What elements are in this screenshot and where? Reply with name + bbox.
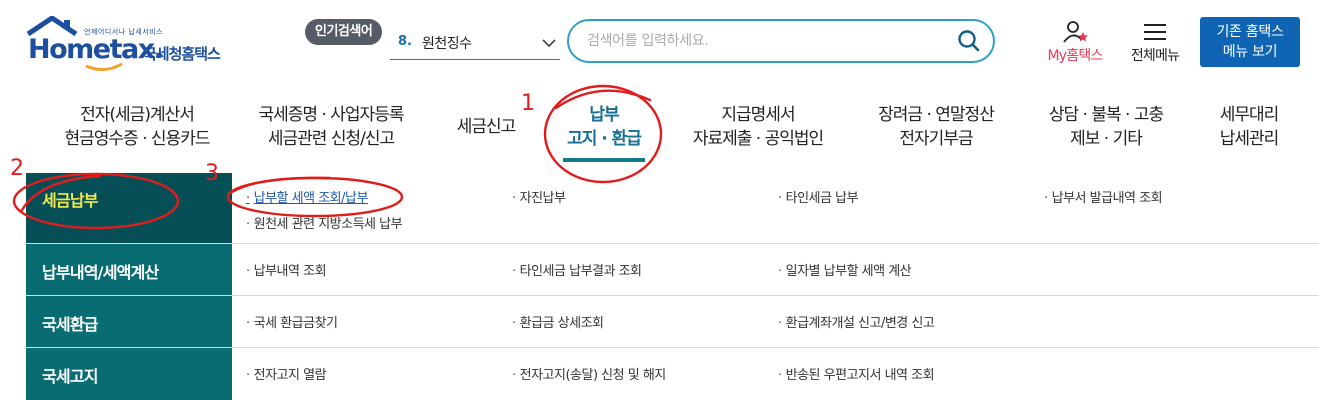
hometax-logo[interactable]: 언제어디서나 납세서비스 Hometax. 국세청홈택스 xyxy=(26,16,246,72)
submenu-link-returned-mail[interactable]: 반송된 우편고지서 내역 조회 xyxy=(778,364,935,383)
gnb-item-line1: 전자(세금)계산서 xyxy=(80,105,195,125)
logo-korean-name: 국세청홈택스 xyxy=(143,45,221,63)
hamburger-menu-icon xyxy=(1144,24,1166,40)
submenu-link-refund-account[interactable]: 환급계좌개설 신고/변경 신고 xyxy=(778,312,935,331)
my-hometax-button[interactable]: My홈택스 xyxy=(1039,18,1111,66)
submenu-link-find-refund[interactable]: 국세 환급금찾기 xyxy=(246,312,338,331)
gnb-item-incentives[interactable]: 장려금 · 연말정산 전자기부금 xyxy=(862,103,1010,151)
gnb-item-line1: 납부 xyxy=(589,105,619,125)
submenu-link-self-payment[interactable]: 자진납부 xyxy=(512,187,566,206)
search-button[interactable] xyxy=(957,29,981,53)
gnb-item-line1: 지급명세서 xyxy=(721,105,795,125)
gnb-active-underline xyxy=(563,158,645,162)
user-star-icon xyxy=(1063,21,1088,43)
gnb-item-tax-filing[interactable]: 세금신고 xyxy=(444,115,528,139)
gnb-item-line1: 세금신고 xyxy=(456,117,517,137)
gnb-item-e-invoice[interactable]: 전자(세금)계산서 현금영수증 · 신용카드 xyxy=(44,103,230,151)
popular-search-dropdown[interactable]: 8. 원천징수 xyxy=(390,28,560,60)
chevron-down-icon[interactable] xyxy=(540,34,558,52)
submenu-category-tax-payment[interactable]: 세금납부 xyxy=(26,173,232,243)
submenu-link-other-result[interactable]: 타인세금 납부결과 조회 xyxy=(512,260,642,279)
gnb-item-line2: 세금관련 신청/신고 xyxy=(267,129,395,149)
gnb-item-consulting[interactable]: 상담 · 불복 · 고충 제보 · 기타 xyxy=(1034,103,1178,151)
gnb-item-certificates[interactable]: 국세증명 · 사업자등록 세금관련 신청/신고 xyxy=(241,103,421,151)
gnb-item-tax-agent[interactable]: 세무대리 납세관리 xyxy=(1204,103,1294,151)
submenu-category-payment-history[interactable]: 납부내역/세액계산 xyxy=(26,244,232,295)
submenu-category-notice[interactable]: 국세고지 xyxy=(26,348,232,400)
search-input[interactable] xyxy=(587,30,947,52)
submenu-category-refund[interactable]: 국세환급 xyxy=(26,296,232,347)
old-hometax-line2: 메뉴 보기 xyxy=(1222,44,1278,60)
submenu-link-refund-detail[interactable]: 환급금 상세조회 xyxy=(512,312,604,331)
gnb-item-line2: 현금영수증 · 신용카드 xyxy=(64,129,211,149)
submenu-row-tax-payment: 세금납부 납부할 세액 조회/납부 자진납부 타인세금 납부 납부서 발급내역 … xyxy=(26,173,1319,244)
gnb-item-payment[interactable]: 납부 고지 · 환급 xyxy=(548,103,660,151)
all-menu-button[interactable]: 전체메뉴 xyxy=(1122,18,1188,66)
gnb-item-statements[interactable]: 지급명세서 자료제출 · 공익법인 xyxy=(678,103,838,151)
submenu-link-payment-inquiry[interactable]: 납부내역 조회 xyxy=(246,260,327,279)
logo-swoosh xyxy=(85,62,123,71)
global-navigation: 전자(세금)계산서 현금영수증 · 신용카드 국세증명 · 사업자등록 세금관련… xyxy=(0,85,1319,173)
submenu-link-e-delivery[interactable]: 전자고지(송달) 신청 및 해지 xyxy=(512,364,667,383)
submenu-link-payment-history[interactable]: 납부서 발급내역 조회 xyxy=(1044,187,1163,206)
submenu-link-e-notice[interactable]: 전자고지 열람 xyxy=(246,364,327,383)
popular-term[interactable]: 원천징수 xyxy=(422,33,472,53)
my-hometax-label: My홈택스 xyxy=(1047,48,1103,64)
submenu-row-payment-history: 납부내역/세액계산 납부내역 조회 타인세금 납부결과 조회 일자별 납부할 세… xyxy=(26,244,1319,296)
popular-rank: 8. xyxy=(398,34,412,49)
all-menu-label: 전체메뉴 xyxy=(1130,48,1180,64)
gnb-item-line2: 납세관리 xyxy=(1219,129,1280,149)
submenu-link-daily-calc[interactable]: 일자별 납부할 세액 계산 xyxy=(778,260,912,279)
old-hometax-menu-button[interactable]: 기존 홈택스 메뉴 보기 xyxy=(1200,17,1300,67)
payment-submenu: 세금납부 납부할 세액 조회/납부 자진납부 타인세금 납부 납부서 발급내역 … xyxy=(26,173,1319,400)
gnb-item-line2: 자료제출 · 공익법인 xyxy=(692,129,824,149)
submenu-row-notice: 국세고지 전자고지 열람 전자고지(송달) 신청 및 해지 반송된 우편고지서 … xyxy=(26,348,1319,400)
gnb-item-line1: 장려금 · 연말정산 xyxy=(878,105,995,125)
gnb-item-line2: 고지 · 환급 xyxy=(567,129,642,149)
gnb-item-line2: 제보 · 기타 xyxy=(1070,129,1143,149)
submenu-link-payable-tax[interactable]: 납부할 세액 조회/납부 xyxy=(246,187,369,206)
header: 언제어디서나 납세서비스 Hometax. 국세청홈택스 인기검색어 8. 원천… xyxy=(0,0,1319,85)
search-icon xyxy=(958,30,980,52)
gnb-item-line1: 국세증명 · 사업자등록 xyxy=(258,105,405,125)
search-box xyxy=(567,19,995,63)
gnb-item-line2: 전자기부금 xyxy=(899,129,973,149)
submenu-row-refund: 국세환급 국세 환급금찾기 환급금 상세조회 환급계좌개설 신고/변경 신고 xyxy=(26,296,1319,348)
gnb-item-line1: 상담 · 불복 · 고충 xyxy=(1048,105,1164,125)
gnb-item-line1: 세무대리 xyxy=(1219,105,1280,125)
submenu-link-other-payment[interactable]: 타인세금 납부 xyxy=(778,187,859,206)
old-hometax-line1: 기존 홈택스 xyxy=(1216,24,1284,40)
popular-search-badge: 인기검색어 xyxy=(305,19,383,45)
submenu-link-local-income-tax[interactable]: 원천세 관련 지방소득세 납부 xyxy=(246,213,403,232)
